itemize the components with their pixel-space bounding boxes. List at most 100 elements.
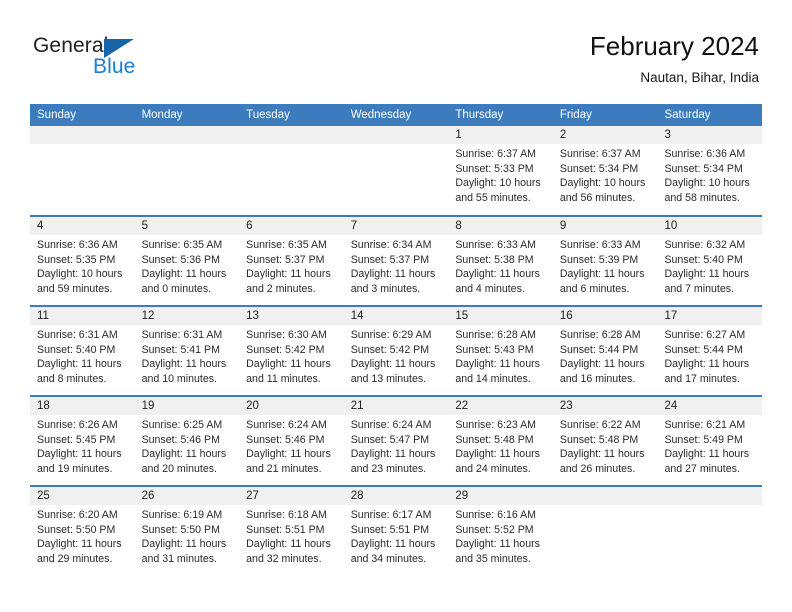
- day-detail-line: Sunrise: 6:20 AM: [37, 509, 118, 521]
- day-cell-26[interactable]: 26 Sunrise: 6:19 AM Sunset: 5:50 PM Dayligh…: [134, 487, 240, 575]
- day-cell-17[interactable]: 17 Sunrise: 6:27 AM Sunset: 5:44 PM Dayligh…: [657, 307, 763, 395]
- day-detail-line: Sunset: 5:42 PM: [246, 343, 325, 356]
- day-number: 18: [30, 397, 135, 415]
- day-detail-line: Sunset: 5:39 PM: [559, 253, 639, 266]
- calendar-week-row: 25 Sunrise: 6:20 AM Sunset: 5:50 PM Dayligh…: [30, 485, 763, 576]
- day-cell-16[interactable]: 16 Sunrise: 6:28 AM Sunset: 5:44 PM Dayligh…: [552, 307, 658, 395]
- day-cell-21[interactable]: 21 Sunrise: 6:24 AM Sunset: 5:47 PM Dayligh…: [343, 397, 449, 485]
- day-cell-6[interactable]: 6 Sunrise: 6:35 AM Sunset: 5:37 PM Daylight…: [239, 217, 344, 305]
- day-cell-8[interactable]: 8 Sunrise: 6:33 AM Sunset: 5:38 PM Daylight…: [448, 217, 553, 305]
- day-detail-line: and 34 minutes.: [350, 552, 427, 565]
- day-detail-list: Sunrise: 6:31 AM Sunset: 5:40 PM Daylight:…: [30, 325, 135, 386]
- day-detail-line: and 24 minutes.: [455, 462, 531, 475]
- day-detail-line: Sunset: 5:34 PM: [664, 162, 743, 175]
- day-detail-line: and 8 minutes.: [37, 372, 107, 385]
- day-number: 2: [552, 126, 658, 144]
- day-number: 6: [239, 217, 344, 235]
- day-detail-line: Sunset: 5:43 PM: [455, 343, 534, 356]
- weekday-header-tuesday: Tuesday: [246, 109, 290, 121]
- day-cell-15[interactable]: 15 Sunrise: 6:28 AM Sunset: 5:43 PM Dayligh…: [448, 307, 553, 395]
- day-detail-line: and 26 minutes.: [559, 462, 636, 475]
- day-detail-line: Sunrise: 6:32 AM: [664, 239, 746, 251]
- calendar-week-row: 11 Sunrise: 6:31 AM Sunset: 5:40 PM Dayligh…: [30, 305, 763, 395]
- day-cell-18[interactable]: 18 Sunrise: 6:26 AM Sunset: 5:45 PM Dayligh…: [30, 397, 135, 485]
- day-detail-line: Daylight: 11 hours: [37, 358, 122, 371]
- day-detail-list: Sunrise: 6:19 AM Sunset: 5:50 PM Daylight:…: [135, 505, 240, 566]
- day-detail-list: Sunrise: 6:37 AM Sunset: 5:34 PM Daylight:…: [553, 144, 658, 205]
- day-detail-line: Daylight: 11 hours: [455, 538, 540, 551]
- day-cell-28[interactable]: 28 Sunrise: 6:17 AM Sunset: 5:51 PM Dayligh…: [343, 487, 449, 575]
- day-cell-2[interactable]: 2 Sunrise: 6:37 AM Sunset: 5:34 PM Daylight…: [552, 126, 658, 215]
- day-detail-line: Daylight: 10 hours: [664, 177, 750, 190]
- day-detail-line: Sunrise: 6:24 AM: [246, 419, 327, 431]
- day-detail-line: Sunrise: 6:17 AM: [350, 509, 432, 521]
- day-detail-line: Daylight: 10 hours: [559, 177, 646, 190]
- day-detail-line: Daylight: 11 hours: [350, 358, 436, 371]
- day-cell-12[interactable]: 12 Sunrise: 6:31 AM Sunset: 5:41 PM Dayligh…: [134, 307, 240, 395]
- day-detail-line: Sunset: 5:44 PM: [664, 343, 743, 356]
- day-detail-line: Daylight: 11 hours: [141, 358, 227, 371]
- day-number: 12: [134, 307, 240, 325]
- general-blue-logo[interactable]: General Blue: [33, 34, 253, 86]
- day-cell-4[interactable]: 4 Sunrise: 6:36 AM Sunset: 5:35 PM Daylight…: [30, 217, 135, 305]
- day-cell-9[interactable]: 9 Sunrise: 6:33 AM Sunset: 5:39 PM Daylight…: [552, 217, 658, 305]
- weekday-header-row: Sunday Monday Tuesday Wednesday Thursday Frid…: [30, 104, 762, 126]
- day-cell-5[interactable]: 5 Sunrise: 6:35 AM Sunset: 5:36 PM Daylight…: [134, 217, 240, 305]
- day-detail-line: Sunset: 5:40 PM: [37, 343, 116, 356]
- day-detail-list: Sunrise: 6:29 AM Sunset: 5:42 PM Daylight:…: [344, 325, 449, 386]
- day-cell-29[interactable]: 29 Sunrise: 6:16 AM Sunset: 5:52 PM Dayligh…: [448, 487, 553, 575]
- day-detail-line: Sunset: 5:47 PM: [350, 433, 430, 446]
- weekday-header-friday: Friday: [559, 109, 592, 121]
- day-detail-list: Sunrise: 6:16 AM Sunset: 5:52 PM Daylight:…: [448, 505, 553, 566]
- day-cell-11[interactable]: 11 Sunrise: 6:31 AM Sunset: 5:40 PM Dayligh…: [30, 307, 135, 395]
- day-cell-14[interactable]: 14 Sunrise: 6:29 AM Sunset: 5:42 PM Dayligh…: [343, 307, 449, 395]
- day-cell-23[interactable]: 23 Sunrise: 6:22 AM Sunset: 5:48 PM Dayligh…: [552, 397, 658, 485]
- day-detail-line: Sunrise: 6:31 AM: [141, 329, 223, 341]
- day-cell-1[interactable]: 1 Sunrise: 6:37 AM Sunset: 5:33 PM Daylight…: [448, 126, 553, 215]
- day-cell-empty: [343, 126, 449, 215]
- day-detail-line: Daylight: 11 hours: [559, 448, 645, 461]
- day-detail-line: and 31 minutes.: [141, 552, 217, 565]
- day-cell-7[interactable]: 7 Sunrise: 6:34 AM Sunset: 5:37 PM Daylight…: [343, 217, 449, 305]
- logo-text-blue: Blue: [93, 55, 136, 78]
- calendar-week-row: 4 Sunrise: 6:36 AM Sunset: 5:35 PM Daylight…: [30, 215, 763, 305]
- day-cell-22[interactable]: 22 Sunrise: 6:23 AM Sunset: 5:48 PM Dayligh…: [448, 397, 553, 485]
- day-cell-13[interactable]: 13 Sunrise: 6:30 AM Sunset: 5:42 PM Dayligh…: [239, 307, 344, 395]
- day-detail-line: Daylight: 11 hours: [455, 358, 540, 371]
- day-detail-line: Daylight: 11 hours: [455, 268, 540, 281]
- calendar-weeks: 1 Sunrise: 6:37 AM Sunset: 5:33 PM Daylight…: [30, 126, 763, 576]
- day-detail-line: and 35 minutes.: [455, 552, 531, 565]
- day-number: 24: [657, 397, 763, 415]
- weekday-header-thursday: Thursday: [455, 109, 504, 121]
- day-detail-line: Daylight: 10 hours: [37, 268, 123, 281]
- day-detail-line: Sunset: 5:51 PM: [350, 523, 430, 536]
- day-detail-line: Sunset: 5:46 PM: [141, 433, 220, 446]
- day-cell-25[interactable]: 25 Sunrise: 6:20 AM Sunset: 5:50 PM Dayligh…: [30, 487, 135, 575]
- day-detail-list: Sunrise: 6:33 AM Sunset: 5:39 PM Daylight:…: [553, 235, 658, 296]
- calendar-week-row: 1 Sunrise: 6:37 AM Sunset: 5:33 PM Daylight…: [30, 126, 763, 215]
- day-detail-line: Sunrise: 6:34 AM: [350, 239, 432, 251]
- day-cell-27[interactable]: 27 Sunrise: 6:18 AM Sunset: 5:51 PM Dayligh…: [239, 487, 344, 575]
- day-detail-line: Sunrise: 6:26 AM: [37, 419, 118, 431]
- day-detail-line: Daylight: 11 hours: [246, 448, 331, 461]
- day-detail-line: Sunrise: 6:27 AM: [664, 329, 746, 341]
- day-cell-20[interactable]: 20 Sunrise: 6:24 AM Sunset: 5:46 PM Dayligh…: [239, 397, 344, 485]
- day-detail-line: Sunrise: 6:19 AM: [141, 509, 223, 521]
- page-header: General Blue February 2024 Nautan, Bihar…: [0, 0, 792, 104]
- day-cell-24[interactable]: 24 Sunrise: 6:21 AM Sunset: 5:49 PM Dayligh…: [657, 397, 763, 485]
- day-number: 1: [448, 126, 553, 144]
- day-detail-line: Daylight: 11 hours: [350, 538, 436, 551]
- day-detail-line: and 29 minutes.: [37, 552, 113, 565]
- day-cell-10[interactable]: 10 Sunrise: 6:32 AM Sunset: 5:40 PM Dayligh…: [657, 217, 763, 305]
- day-detail-line: and 32 minutes.: [246, 552, 322, 565]
- day-detail-line: Daylight: 11 hours: [141, 538, 227, 551]
- day-detail-line: Sunset: 5:44 PM: [559, 343, 639, 356]
- day-detail-line: Sunrise: 6:28 AM: [559, 329, 641, 341]
- day-detail-list: Sunrise: 6:18 AM Sunset: 5:51 PM Daylight:…: [239, 505, 344, 566]
- day-detail-line: Sunrise: 6:25 AM: [141, 419, 223, 431]
- day-detail-line: and 14 minutes.: [455, 372, 531, 385]
- day-cell-19[interactable]: 19 Sunrise: 6:25 AM Sunset: 5:46 PM Dayligh…: [134, 397, 240, 485]
- day-detail-list: Sunrise: 6:23 AM Sunset: 5:48 PM Daylight:…: [448, 415, 553, 476]
- day-number: [239, 126, 344, 144]
- day-cell-3[interactable]: 3 Sunrise: 6:36 AM Sunset: 5:34 PM Daylight…: [657, 126, 763, 215]
